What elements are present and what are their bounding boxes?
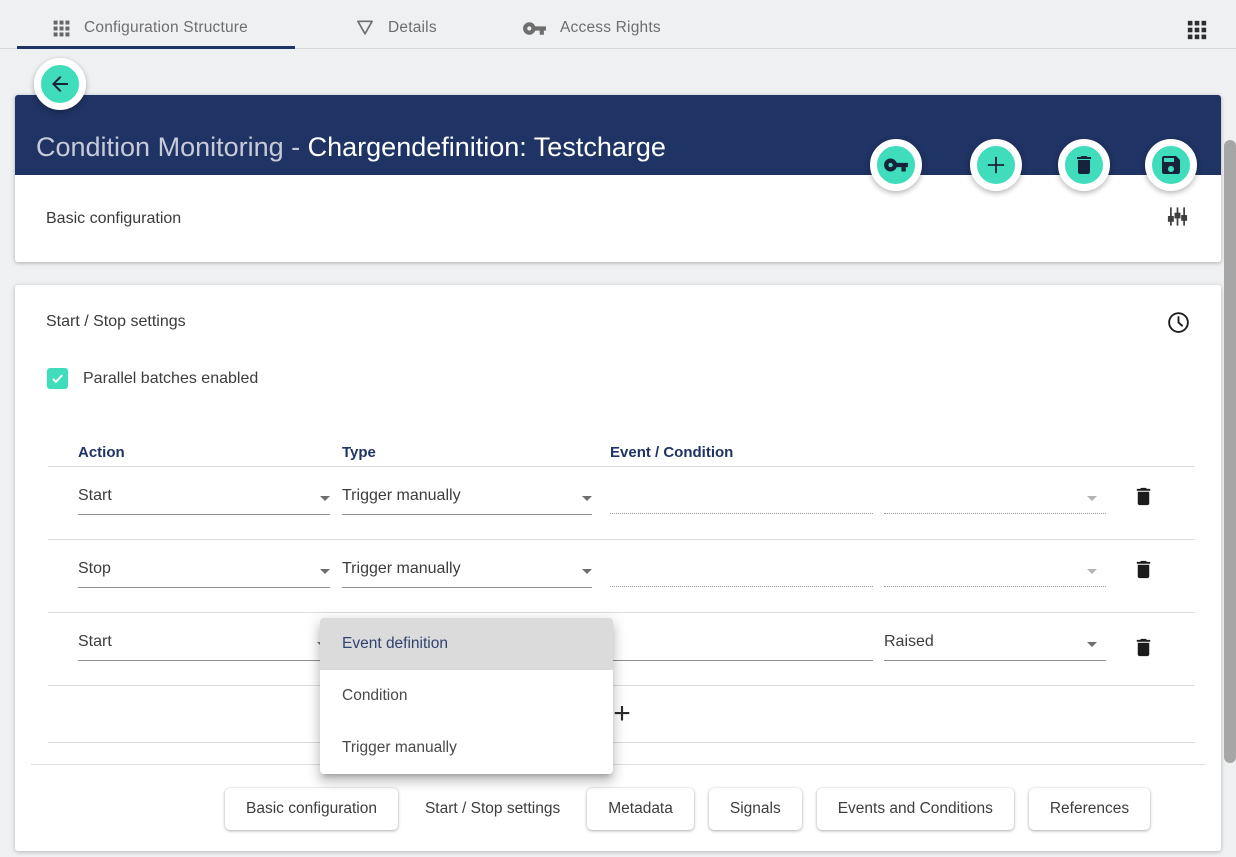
nav-start-stop-settings[interactable]: Start / Stop settings [413,788,572,830]
basic-configuration-section: Basic configuration [15,175,1221,262]
row-divider [48,539,1195,540]
tab-label: Details [388,19,437,37]
start-stop-settings-card: Start / Stop settings Parallel batches e… [15,285,1221,851]
section-divider [31,764,1205,765]
action-select-value[interactable]: Stop [78,560,111,578]
grid-icon [52,19,71,38]
delete-row-button[interactable] [1132,558,1156,582]
trash-icon [1132,636,1155,659]
column-header-type: Type [342,444,376,461]
event-field[interactable] [610,660,873,661]
page-header: Condition Monitoring - Chargendefinition… [15,95,1221,175]
tab-access-rights[interactable]: Access Rights [522,12,661,44]
column-header-action: Action [78,444,125,461]
access-rights-button[interactable] [870,139,922,191]
plus-icon [982,151,1010,179]
event-field-disabled [610,586,873,587]
trash-icon [1132,558,1155,581]
title-prefix: Condition Monitoring - [36,132,308,162]
tab-configuration-structure[interactable]: Configuration Structure [52,12,248,44]
tab-details[interactable]: Details [355,12,437,44]
type-dropdown-menu: Event definition Condition Trigger manua… [320,618,613,774]
funnel-icon [355,18,375,38]
nav-references[interactable]: References [1029,788,1150,830]
row-divider [48,742,1195,743]
chevron-down-icon-disabled [1080,559,1104,583]
top-tab-bar: Configuration Structure Details Access R… [0,0,1236,57]
delete-row-button[interactable] [1132,636,1156,660]
field-underline [884,660,1106,661]
back-button[interactable] [34,58,86,110]
menu-item-condition[interactable]: Condition [320,670,613,722]
chevron-down-icon[interactable] [313,559,337,583]
chevron-down-icon-disabled [1080,486,1104,510]
header-card: Condition Monitoring - Chargendefinition… [15,95,1221,262]
parallel-batches-checkbox[interactable] [47,368,68,389]
state-select-value[interactable]: Raised [884,633,934,651]
row-divider [48,685,1195,686]
delete-button[interactable] [1058,139,1110,191]
menu-item-event-definition[interactable]: Event definition [320,618,613,670]
chevron-down-icon[interactable] [575,486,599,510]
scrollbar-thumb[interactable] [1224,140,1236,763]
sliders-icon[interactable] [1166,205,1189,233]
action-select-value[interactable]: Start [78,633,112,651]
check-icon [50,371,65,386]
tab-label: Configuration Structure [84,19,248,37]
tab-label: Access Rights [560,19,661,37]
nav-events-and-conditions[interactable]: Events and Conditions [817,788,1014,830]
state-field-disabled [884,586,1106,587]
row-divider [48,612,1195,613]
menu-item-trigger-manually[interactable]: Trigger manually [320,722,613,774]
chevron-down-icon[interactable] [313,486,337,510]
save-button[interactable] [1145,139,1197,191]
arrow-left-icon [48,72,72,96]
title-name: Chargendefinition: Testcharge [308,132,666,162]
active-tab-indicator [17,46,295,49]
nav-signals[interactable]: Signals [709,788,802,830]
field-underline [342,587,592,588]
app-window: Configuration Structure Details Access R… [0,0,1236,857]
event-field-disabled [610,513,873,514]
column-header-event-condition: Event / Condition [610,444,733,461]
bottom-navigation: Basic configuration Start / Stop setting… [225,788,1150,830]
field-underline [342,514,592,515]
field-underline [78,514,330,515]
action-select-value[interactable]: Start [78,487,112,505]
chevron-down-icon[interactable] [1080,632,1104,656]
chevron-down-icon[interactable] [575,559,599,583]
add-button[interactable] [970,139,1022,191]
state-field-disabled [884,513,1106,514]
page-title: Condition Monitoring - Chargendefinition… [36,132,666,163]
parallel-batches-row: Parallel batches enabled [47,368,258,389]
delete-row-button[interactable] [1132,485,1156,509]
apps-grid-icon[interactable] [1186,19,1210,43]
basic-configuration-title: Basic configuration [46,210,181,228]
field-underline [78,660,330,661]
parallel-batches-label: Parallel batches enabled [83,370,258,388]
start-stop-settings-title: Start / Stop settings [46,313,186,331]
clock-icon[interactable] [1166,310,1191,340]
save-icon [1159,153,1183,177]
header-divider [48,466,1195,467]
trash-icon [1072,153,1096,177]
trash-icon [1132,485,1155,508]
key-icon [883,152,909,178]
key-icon [522,16,547,41]
type-select-value[interactable]: Trigger manually [342,487,461,505]
nav-metadata[interactable]: Metadata [587,788,694,830]
field-underline [78,587,330,588]
nav-basic-configuration[interactable]: Basic configuration [225,788,398,830]
type-select-value[interactable]: Trigger manually [342,560,461,578]
